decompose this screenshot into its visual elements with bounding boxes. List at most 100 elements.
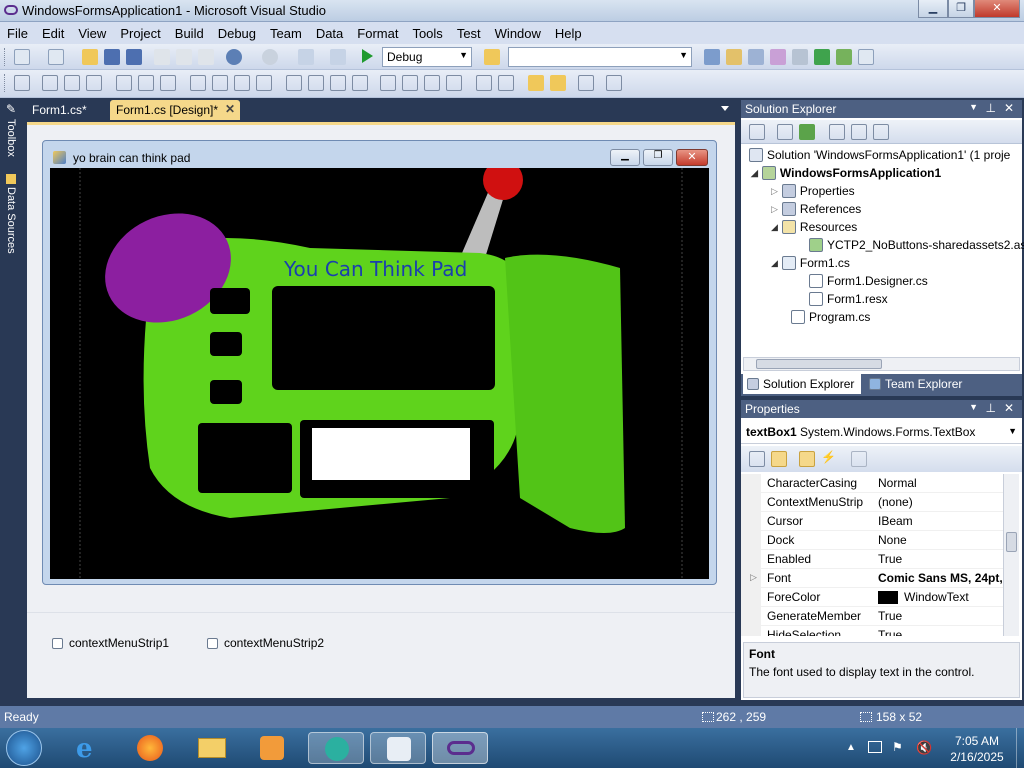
text-box[interactable]	[312, 428, 470, 480]
find-in-files-icon[interactable]	[484, 49, 500, 65]
tree-item-solution[interactable]: Solution 'WindowsFormsApplication1' (1 p…	[749, 146, 1010, 164]
property-row[interactable]: Enabled True	[741, 550, 1003, 569]
property-value[interactable]: (none)	[878, 495, 913, 509]
solution-configuration-select[interactable]: Debug ▼	[382, 47, 472, 67]
taskbar-visual-studio[interactable]	[432, 732, 488, 764]
decrease-vertical-spacing-icon[interactable]	[424, 75, 440, 91]
auto-hide-pin-icon[interactable]: ⊥	[986, 101, 996, 115]
menu-debug[interactable]: Debug	[211, 26, 263, 41]
form-close-button[interactable]: ✕	[676, 149, 708, 166]
remove-vertical-spacing-icon[interactable]	[446, 75, 462, 91]
property-row[interactable]: HideSelection True	[741, 626, 1003, 636]
menu-team[interactable]: Team	[263, 26, 309, 41]
align-tops-icon[interactable]	[116, 75, 132, 91]
lock-controls-icon[interactable]	[606, 75, 622, 91]
align-rights-icon[interactable]	[86, 75, 102, 91]
property-value[interactable]: WindowText	[904, 590, 969, 604]
center-horizontally-icon[interactable]	[476, 75, 492, 91]
tree-item-program[interactable]: Program.cs	[791, 308, 870, 326]
property-value[interactable]: Normal	[878, 476, 917, 490]
property-row[interactable]: CharacterCasing Normal	[741, 474, 1003, 493]
cut-icon[interactable]	[154, 49, 170, 65]
expanded-arrow-icon[interactable]: ◢	[771, 218, 778, 236]
property-row[interactable]: Cursor IBeam	[741, 512, 1003, 531]
property-value[interactable]: IBeam	[878, 514, 913, 528]
undo-icon[interactable]	[226, 49, 242, 65]
view-designer-icon[interactable]	[851, 124, 867, 140]
command-window-icon[interactable]	[858, 49, 874, 65]
show-desktop-button[interactable]	[1016, 728, 1024, 768]
context-menu-strip-2[interactable]: contextMenuStrip2	[207, 636, 324, 650]
tab-form1-code[interactable]: Form1.cs*	[26, 100, 93, 120]
tree-item-form1[interactable]: ◢ Form1.cs	[771, 254, 850, 272]
toolbox-icon[interactable]	[770, 49, 786, 65]
start-debugging-icon[interactable]	[362, 49, 373, 63]
property-value[interactable]: Comic Sans MS, 24pt,	[878, 571, 1003, 585]
start-button[interactable]	[6, 730, 42, 766]
tree-item-resources[interactable]: ◢ Resources	[771, 218, 857, 236]
properties-icon[interactable]	[749, 124, 765, 140]
minimize-button[interactable]: ▁	[918, 0, 948, 18]
menu-edit[interactable]: Edit	[35, 26, 71, 41]
show-all-files-icon[interactable]	[777, 124, 793, 140]
tools-icon[interactable]	[792, 49, 808, 65]
save-all-icon[interactable]	[126, 49, 142, 65]
menu-view[interactable]: View	[71, 26, 113, 41]
scrollbar-thumb[interactable]	[756, 359, 882, 369]
collapsed-arrow-icon[interactable]: ▷	[771, 182, 778, 200]
tab-overflow-icon[interactable]	[721, 106, 729, 111]
vertical-scrollbar[interactable]	[1003, 474, 1019, 636]
menu-help[interactable]: Help	[548, 26, 589, 41]
tab-solution-explorer[interactable]: Solution Explorer	[743, 374, 861, 394]
window-position-icon[interactable]: ▼	[969, 102, 978, 112]
internet-explorer-icon[interactable]: e	[70, 732, 106, 764]
form-maximize-button[interactable]: ❐	[643, 149, 673, 166]
decrease-horizontal-spacing-icon[interactable]	[330, 75, 346, 91]
media-player-icon[interactable]	[254, 732, 290, 764]
menu-data[interactable]: Data	[309, 26, 350, 41]
copy-icon[interactable]	[176, 49, 192, 65]
open-file-icon[interactable]	[82, 49, 98, 65]
tree-item-references[interactable]: ▷ References	[771, 200, 861, 218]
align-centers-icon[interactable]	[64, 75, 80, 91]
close-panel-icon[interactable]: ✕	[1004, 101, 1014, 115]
menu-build[interactable]: Build	[168, 26, 211, 41]
send-to-back-icon[interactable]	[550, 75, 566, 91]
align-middles-icon[interactable]	[138, 75, 154, 91]
properties-view-icon[interactable]	[799, 451, 815, 467]
close-tab-icon[interactable]: ✕	[225, 102, 235, 116]
toolbar-grip[interactable]	[4, 48, 7, 66]
increase-vertical-spacing-icon[interactable]	[402, 75, 418, 91]
increase-horizontal-spacing-icon[interactable]	[308, 75, 324, 91]
clock[interactable]: 7:05 AM 2/16/2025	[942, 733, 1012, 765]
expanded-arrow-icon[interactable]: ◢	[771, 254, 778, 272]
property-row[interactable]: ForeColor WindowText	[741, 588, 1003, 607]
events-icon[interactable]: ⚡	[821, 450, 837, 466]
property-value[interactable]: True	[878, 609, 902, 623]
firefox-icon[interactable]	[132, 732, 168, 764]
form-minimize-button[interactable]: ▁	[610, 149, 640, 166]
taskbar-app-2[interactable]	[370, 732, 426, 764]
navigate-backward-icon[interactable]	[298, 49, 314, 65]
show-hidden-icons[interactable]: ▲	[846, 742, 856, 753]
property-row[interactable]: GenerateMember True	[741, 607, 1003, 626]
background-picture-box[interactable]: You Can Think Pad	[50, 168, 709, 579]
save-icon[interactable]	[104, 49, 120, 65]
tree-item-resource-file[interactable]: YCTP2_NoButtons-sharedassets2.as	[809, 236, 1024, 254]
object-browser-icon[interactable]	[748, 49, 764, 65]
property-pages-icon[interactable]	[851, 451, 867, 467]
context-menu-strip-1[interactable]: contextMenuStrip1	[52, 636, 169, 650]
auto-hide-pin-icon[interactable]: ⊥	[986, 401, 996, 415]
network-icon[interactable]	[868, 741, 882, 753]
align-to-grid-icon[interactable]	[14, 75, 30, 91]
close-button[interactable]: ✕	[974, 0, 1020, 18]
tree-item-properties[interactable]: ▷ Properties	[771, 182, 855, 200]
property-row-font[interactable]: ▷ Font Comic Sans MS, 24pt,	[741, 569, 1003, 588]
tab-team-explorer[interactable]: Team Explorer	[865, 374, 985, 394]
menu-file[interactable]: File	[0, 26, 35, 41]
collapsed-arrow-icon[interactable]: ▷	[771, 200, 778, 218]
refresh-icon[interactable]	[799, 124, 815, 140]
property-value[interactable]: True	[878, 628, 902, 636]
window-position-icon[interactable]: ▼	[969, 402, 978, 412]
toolbox-side-tab[interactable]: ✎ Toolbox	[2, 102, 20, 157]
